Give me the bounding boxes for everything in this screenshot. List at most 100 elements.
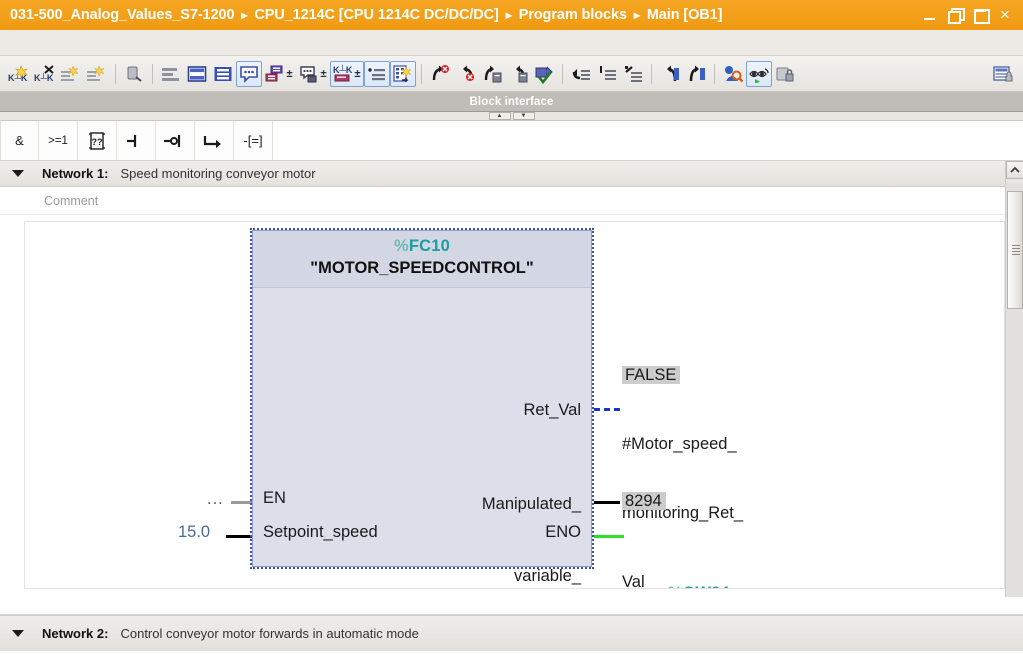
show-symbolic-operands-icon[interactable] [184,61,210,87]
pin-setpoint-speed[interactable]: Setpoint_speed [263,521,378,543]
ret-val-monitor-value: FALSE [622,366,681,384]
pin-manipulated-variable-speed-ao[interactable]: Manipulated_ variable_ speed_AO [481,444,581,588]
network-1-canvas: ... 15.0 %FC10 "MOTOR_SPEEDCONTROL" Ret_… [24,221,1005,589]
restore-icon[interactable] [947,7,965,24]
or-box-instruction[interactable]: >=1 [39,121,78,160]
pin-eno[interactable]: ENO [545,521,581,543]
pin-en[interactable]: EN [263,487,286,509]
en-input-operand[interactable]: ... [207,488,224,511]
breadcrumb-separator-icon: ▸ [633,8,640,22]
maximize-icon[interactable] [972,7,990,24]
manipulated-variable-address: %QW64 [622,559,730,588]
toolbar-separator [651,63,652,84]
delete-network-icon[interactable]: K┴K [32,61,58,87]
minimize-icon[interactable] [922,7,938,23]
and-box-instruction[interactable]: & [0,121,39,160]
toolbar-separator [562,63,563,84]
protection-lock-icon[interactable] [772,61,798,87]
normally-open-contact[interactable] [117,121,156,160]
percent-prefix: % [668,584,683,588]
open-branch-instruction[interactable] [195,121,234,160]
network-2-title[interactable]: Control conveyor motor forwards in autom… [120,626,418,641]
network-2-label: Network 2: [42,626,109,641]
insert-network-icon[interactable]: K┴K [6,61,32,87]
toolbar-separator [421,63,422,84]
ret-val-value: FALSE [622,364,743,387]
splitter-up-icon[interactable]: ▲ [488,112,511,120]
collapse-selected-icon[interactable] [620,61,646,87]
toolbar-separator [115,63,116,84]
go-to-error-icon[interactable] [427,61,453,87]
setpoint-speed-operand[interactable]: 15.0 [178,521,210,544]
absolute-relative-icon[interactable] [364,60,390,87]
redo-navigate-forward-icon[interactable] [683,61,709,87]
svg-text:K┴K: K┴K [34,72,54,83]
network-1-comment[interactable]: Comment [0,187,1023,215]
insert-branch-alt-icon[interactable] [84,61,110,87]
toolbar-separator [714,63,715,84]
comments-toggle-icon[interactable] [236,60,262,87]
show-absolute-operands-icon[interactable] [158,61,184,87]
network-2-header[interactable]: Network 2: Control conveyor motor forwar… [0,615,1023,651]
breadcrumb-item-project[interactable]: 031-500_Analog_Values_S7-1200 [10,7,235,23]
go-back-error-icon[interactable] [453,61,479,87]
go-to-next-error-icon[interactable] [479,61,505,87]
normally-closed-contact[interactable] [156,121,195,160]
svg-text:K┴K: K┴K [333,64,353,75]
network-1-collapse-triangle-icon[interactable] [12,170,24,177]
block-name: "MOTOR_SPEEDCONTROL" [310,259,534,277]
generic-box-instruction[interactable]: ?? [78,121,117,160]
dropdown-arrow-icon[interactable]: ± [320,68,326,80]
svg-text:??: ?? [92,137,103,147]
breadcrumb-separator-icon: ▸ [241,8,248,22]
network-1-title[interactable]: Speed monitoring conveyor motor [120,166,315,181]
dropdown-arrow-icon[interactable]: ± [354,68,360,80]
expand-selected-icon[interactable] [594,61,620,87]
block-address: %FC10 [253,235,591,257]
title-bar: 031-500_Analog_Values_S7-1200 ▸ CPU_1214… [0,0,1023,30]
scroll-up-icon[interactable] [1006,161,1023,179]
compile-check-icon[interactable] [531,61,557,87]
block-properties-icon[interactable] [991,61,1017,87]
pin-ret-val[interactable]: Ret_Val [524,399,581,421]
block-interface-splitter[interactable]: ▲ ▼ [0,112,1023,121]
manipulated-variable-monitor-value: 8294 [622,492,666,510]
dropdown-arrow-icon[interactable]: ± [286,68,292,80]
breadcrumb-item-cpu[interactable]: CPU_1214C [CPU 1214C DC/DC/DC] [254,7,498,23]
splitter-down-icon[interactable]: ▼ [512,112,535,120]
network-1-header[interactable]: Network 1: Speed monitoring conveyor mot… [0,161,1023,187]
rewire-icon[interactable]: K┴K ± [330,60,364,87]
network-2-collapse-triangle-icon[interactable] [12,630,24,637]
toolbar-separator [152,63,153,84]
percent-prefix: % [393,237,409,255]
monitoring-on-icon[interactable] [746,60,772,87]
free-form-comment-icon[interactable]: ± [296,61,330,87]
vertical-scrollbar[interactable] [1005,161,1023,651]
pin-line-1: Manipulated_ [481,495,581,513]
close-icon[interactable]: × [997,6,1013,23]
network-comments-icon[interactable]: ± [262,61,296,87]
scrollbar-thumb[interactable] [1007,191,1023,309]
manipulated-variable-operand-group[interactable]: 8294 %QW64 "-U1" [622,444,730,588]
window-controls: × [922,6,1017,24]
network-separator [0,597,1023,615]
undo-navigate-back-icon[interactable] [657,61,683,87]
insert-branch-icon[interactable] [58,61,84,87]
download-monitor-icon[interactable] [121,61,147,87]
update-inconsistent-blocks-icon[interactable] [390,60,416,87]
ret-val-wire [594,408,620,411]
block-interface-bar[interactable]: Block interface [0,92,1023,112]
fc10-motor-speedcontrol-block[interactable]: %FC10 "MOTOR_SPEEDCONTROL" Ret_Val Manip… [250,228,594,585]
breadcrumb-item-main-ob1[interactable]: Main [OB1] [647,7,723,23]
network-1-label: Network 1: [42,166,109,181]
collapse-all-icon[interactable] [568,61,594,87]
go-to-prev-error-icon[interactable] [505,61,531,87]
breadcrumb-item-program-blocks[interactable]: Program blocks [519,7,627,23]
show-both-operands-icon[interactable] [210,61,236,87]
assignment-coil-instruction[interactable]: -[=] [234,121,273,160]
scrollbar-track[interactable] [1006,183,1023,651]
scrollbar-grip-icon [1012,245,1020,255]
favorites-instruction-palette: & >=1 ?? -[=] [0,121,1023,161]
monitoring-search-icon[interactable] [720,61,746,87]
manipulated-variable-address-value[interactable]: QW64 [683,584,730,588]
